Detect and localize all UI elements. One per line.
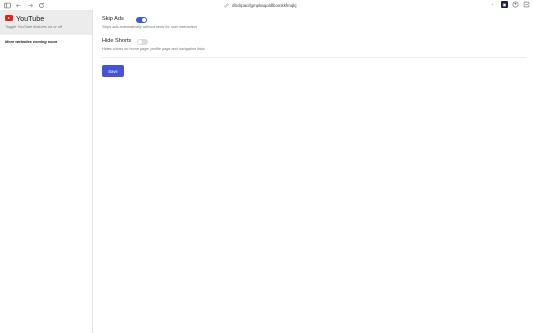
setting-hide-shorts: Hide Shorts Hides shorts on home page, p…	[102, 38, 527, 51]
site-description: Toggle YouTube features on or off	[5, 25, 62, 29]
sidebar-item-youtube[interactable]: YouTube Toggle YouTube features on or of…	[0, 10, 92, 35]
link-icon	[224, 3, 229, 7]
divider	[102, 57, 527, 58]
youtube-logo-icon	[5, 15, 13, 21]
reload-icon[interactable]	[38, 2, 45, 9]
browser-toolbar: dbckpacifgmpkaqoldlbomkkfmqkj ⚡ ▣	[0, 0, 533, 10]
site-sidebar: YouTube Toggle YouTube features on or of…	[0, 10, 93, 333]
setting-description: Hides shorts on home page, profile page …	[102, 46, 205, 51]
extension-icon[interactable]: ⚡	[489, 1, 496, 8]
setting-label: Hide Shorts	[102, 38, 132, 44]
toggle-knob	[142, 18, 146, 22]
profile-icon[interactable]	[512, 1, 519, 8]
url-text: dbckpacifgmpkaqoldlbomkkfmqkj	[232, 2, 297, 8]
back-arrow-icon[interactable]	[15, 2, 22, 9]
menu-icon[interactable]	[523, 1, 530, 8]
skip-ads-toggle[interactable]	[136, 17, 147, 23]
more-sites-note: More websites coming soon	[5, 39, 58, 44]
save-button[interactable]: Save	[102, 65, 124, 77]
setting-label: Skip Ads	[102, 16, 124, 22]
address-bar[interactable]: dbckpacifgmpkaqoldlbomkkfmqkj	[224, 1, 296, 9]
toggle-knob	[138, 40, 142, 44]
setting-skip-ads: Skip Ads Skips ads automatically without…	[102, 16, 527, 29]
setting-description: Skips ads automatically without need for…	[102, 24, 197, 29]
forward-arrow-icon[interactable]	[27, 2, 34, 9]
sidebar-toggle-icon[interactable]	[4, 2, 11, 9]
site-title: YouTube	[16, 13, 45, 23]
settings-panel: Skip Ads Skips ads automatically without…	[94, 10, 533, 333]
puzzle-icon[interactable]: ▣	[501, 1, 508, 8]
hide-shorts-toggle[interactable]	[137, 39, 148, 45]
